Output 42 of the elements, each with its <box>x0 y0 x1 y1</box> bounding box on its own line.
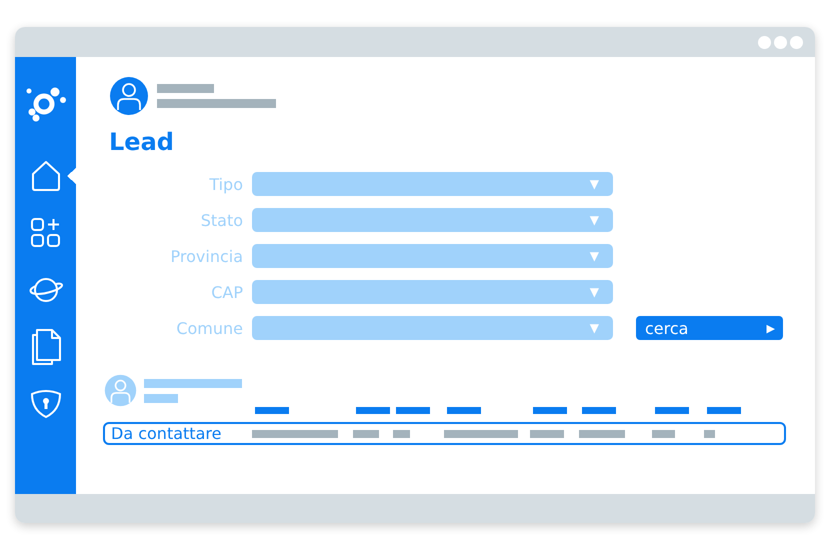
field-label: Provincia <box>170 246 244 266</box>
column-header-placeholder <box>447 407 481 414</box>
dropdown-field[interactable]: ▼ <box>252 172 613 196</box>
column-header-placeholder <box>533 407 567 414</box>
search-button[interactable]: cerca ▶ <box>636 316 783 340</box>
column-header-placeholder <box>655 407 689 414</box>
status-label: Da contattare <box>110 424 222 443</box>
shield-icon <box>30 389 62 419</box>
avatar-icon <box>109 76 149 116</box>
text-placeholder <box>144 394 178 402</box>
cell-placeholder <box>704 430 715 438</box>
page-title: Lead <box>109 127 175 158</box>
dropdown-field[interactable]: ▼ <box>252 208 613 232</box>
documents-icon <box>30 328 62 366</box>
column-header-placeholder <box>255 407 289 414</box>
home-icon <box>30 160 62 192</box>
dropdown-field[interactable]: ▼ <box>252 244 613 268</box>
dropdown-arrow: ▼ <box>590 321 599 335</box>
field-label: Stato <box>200 210 244 230</box>
cell-placeholder <box>393 430 410 438</box>
cell-placeholder <box>652 430 675 438</box>
dropdown-arrow: ▼ <box>590 249 599 263</box>
result-row[interactable]: Da contattare <box>103 422 786 445</box>
planet-icon <box>28 275 64 305</box>
field-label: Tipo <box>208 174 244 194</box>
cell-placeholder <box>579 430 625 438</box>
dropdown-arrow: ▼ <box>590 213 599 227</box>
apps-icon <box>30 217 62 249</box>
column-header-placeholder <box>707 407 741 414</box>
avatar-icon <box>104 374 137 407</box>
column-header-placeholder <box>396 407 430 414</box>
dropdown-field[interactable]: ▼ <box>252 316 613 340</box>
field-label: Comune <box>175 318 244 338</box>
column-header-placeholder <box>356 407 390 414</box>
text-placeholder <box>157 84 214 93</box>
cell-placeholder <box>353 430 379 438</box>
dropdown-arrow: ▼ <box>590 285 599 299</box>
dropdown-field[interactable]: ▼ <box>252 280 613 304</box>
column-header-placeholder <box>582 407 616 414</box>
dropdown-arrow: ▼ <box>590 177 599 191</box>
cell-placeholder <box>530 430 564 438</box>
field-label: CAP <box>210 282 244 302</box>
